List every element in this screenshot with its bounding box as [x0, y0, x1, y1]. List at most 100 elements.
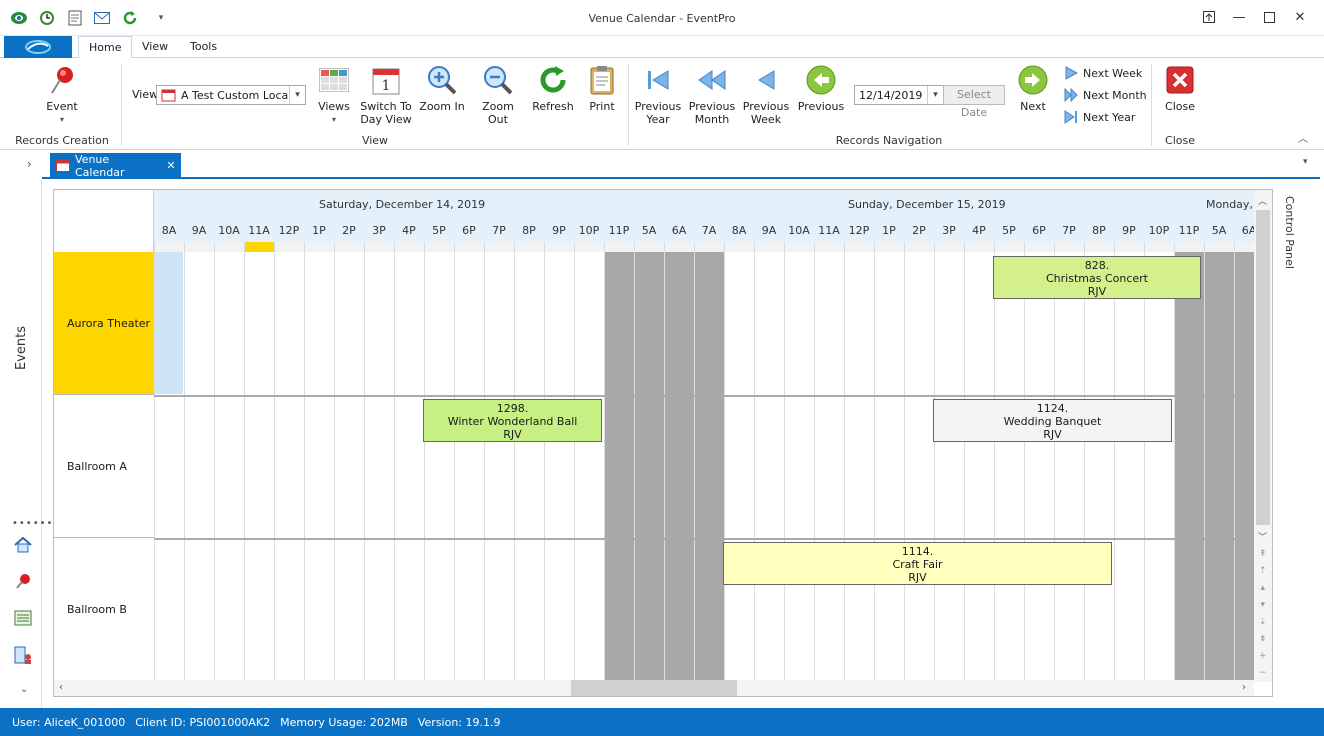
time-slot-column[interactable]	[784, 252, 814, 682]
scroll-up-icon[interactable]: ︿	[1258, 194, 1267, 207]
pin-window-icon[interactable]	[1197, 7, 1221, 27]
time-slot-column[interactable]	[1204, 252, 1234, 682]
previous-year-button[interactable]: Previous Year	[634, 64, 682, 126]
minimize-icon[interactable]: —	[1227, 7, 1251, 27]
resource-ballroom-b[interactable]: Ballroom B	[54, 538, 154, 681]
chevron-down-icon[interactable]: ⌄	[20, 684, 28, 695]
next-month-button[interactable]: Next Month	[1064, 86, 1147, 104]
time-slot-column[interactable]	[544, 252, 574, 682]
close-tab-icon[interactable]: ✕	[161, 159, 181, 172]
time-slot-column[interactable]	[394, 252, 424, 682]
previous-button[interactable]: Previous	[796, 64, 846, 113]
time-slot-column[interactable]	[1024, 252, 1054, 682]
expand-panel-icon[interactable]: ›	[27, 157, 32, 171]
vertical-scroll-thumb[interactable]	[1256, 210, 1270, 525]
event-wedding-banquet[interactable]: 1124. Wedding Banquet RJV	[933, 399, 1172, 442]
close-window-icon[interactable]: ✕	[1288, 7, 1312, 27]
time-slot-column[interactable]	[1084, 252, 1114, 682]
time-slot-column[interactable]	[844, 252, 874, 682]
resource-ballroom-a[interactable]: Ballroom A	[54, 395, 154, 538]
scroll-right-icon[interactable]: ›	[1242, 682, 1246, 693]
hour-tick	[964, 242, 994, 252]
time-slot-column[interactable]	[874, 252, 904, 682]
zoom-scroll-controls[interactable]: ⇞ ⇡ ▴ ▾ ⇣ ⇟ + −	[1259, 546, 1267, 682]
time-slot-column[interactable]	[634, 252, 664, 682]
time-slot-column[interactable]	[1114, 252, 1144, 682]
zoom-out-button[interactable]: Zoom Out	[471, 64, 525, 126]
time-slot-column[interactable]	[1234, 252, 1254, 682]
events-panel-label[interactable]: Events	[14, 290, 29, 370]
time-slot-column[interactable]	[814, 252, 844, 682]
time-slot-column[interactable]	[214, 252, 244, 682]
time-slot-column[interactable]	[724, 252, 754, 682]
app-menu-button[interactable]	[4, 36, 72, 58]
event-winter-wonderland-ball[interactable]: 1298. Winter Wonderland Ball RJV	[423, 399, 602, 442]
time-slot-column[interactable]	[1054, 252, 1084, 682]
maximize-icon[interactable]	[1257, 7, 1281, 27]
time-slot-column[interactable]	[274, 252, 304, 682]
time-slot-column[interactable]	[1144, 252, 1174, 682]
time-slot-column[interactable]	[1174, 252, 1204, 682]
time-slot-column[interactable]	[934, 252, 964, 682]
scroll-down-icon[interactable]: ﹀	[1258, 530, 1267, 543]
event-craft-fair[interactable]: 1114. Craft Fair RJV	[723, 542, 1112, 585]
scroll-left-icon[interactable]: ‹	[59, 682, 63, 693]
view-select[interactable]: A Test Custom Loca… ▾	[156, 85, 306, 105]
zoom-in-button[interactable]: Zoom In	[418, 64, 466, 113]
collapse-ribbon-icon[interactable]: ︿	[1298, 130, 1308, 145]
chevron-down-icon[interactable]: ▾	[289, 86, 305, 104]
time-slot-column[interactable]	[424, 252, 454, 682]
time-slot-column[interactable]	[664, 252, 694, 682]
select-date-button[interactable]: Select Date	[943, 85, 1005, 119]
building-person-icon[interactable]	[14, 646, 32, 667]
time-slot-column[interactable]	[154, 252, 184, 682]
home-icon[interactable]	[14, 536, 32, 556]
event-button[interactable]: Event ▾	[38, 64, 86, 126]
chevron-down-icon[interactable]: ▾	[927, 86, 943, 104]
resource-aurora-theater[interactable]: Aurora Theater	[54, 252, 154, 395]
list-window-icon[interactable]	[14, 610, 32, 629]
time-slot-column[interactable]	[334, 252, 364, 682]
next-button[interactable]: Next	[1014, 64, 1052, 113]
time-slot-column[interactable]	[304, 252, 334, 682]
time-slot-column[interactable]	[364, 252, 394, 682]
time-slot-column[interactable]	[964, 252, 994, 682]
pushpin-small-icon[interactable]	[15, 573, 31, 592]
refresh-button[interactable]: Refresh	[530, 64, 576, 113]
splitter-grip[interactable]: ••••••	[12, 518, 53, 529]
time-slot-column[interactable]	[244, 252, 274, 682]
time-slot-column[interactable]	[484, 252, 514, 682]
tab-venue-calendar[interactable]: Venue Calendar ✕	[50, 153, 181, 179]
time-grid[interactable]: 828. Christmas Concert RJV 1298. Winter …	[154, 252, 1254, 682]
tab-tools[interactable]: Tools	[180, 36, 227, 58]
time-slot-column[interactable]	[904, 252, 934, 682]
close-button[interactable]: Close	[1160, 64, 1200, 113]
tab-underline	[42, 177, 1320, 179]
day-header-sunday: Sunday, December 15, 2019	[848, 198, 1006, 211]
time-slot-column[interactable]	[604, 252, 634, 682]
print-button[interactable]: Print	[582, 64, 622, 113]
date-input[interactable]: 12/14/2019 ▾	[854, 85, 944, 105]
hour-label: 10P	[1148, 224, 1170, 237]
horizontal-scrollbar[interactable]: ‹ ›	[54, 680, 1254, 696]
time-slot-column[interactable]	[994, 252, 1024, 682]
tab-list-dropdown-icon[interactable]: ▾	[1303, 157, 1308, 167]
horizontal-scroll-thumb[interactable]	[571, 680, 737, 696]
time-slot-column[interactable]	[184, 252, 214, 682]
switch-to-day-view-button[interactable]: 1 Switch To Day View	[360, 64, 412, 126]
next-year-button[interactable]: Next Year	[1064, 108, 1135, 126]
views-button[interactable]: Views ▾	[314, 64, 354, 126]
control-panel-label[interactable]: Control Panel	[1283, 196, 1296, 269]
vertical-scrollbar[interactable]: ︿ ﹀ ⇞ ⇡ ▴ ▾ ⇣ ⇟ + −	[1254, 190, 1272, 682]
previous-week-button[interactable]: Previous Week	[742, 64, 790, 126]
time-slot-column[interactable]	[694, 252, 724, 682]
time-slot-column[interactable]	[574, 252, 604, 682]
event-christmas-concert[interactable]: 828. Christmas Concert RJV	[993, 256, 1201, 299]
time-slot-column[interactable]	[514, 252, 544, 682]
time-slot-column[interactable]	[454, 252, 484, 682]
tab-view[interactable]: View	[132, 36, 178, 58]
time-slot-column[interactable]	[754, 252, 784, 682]
tab-home[interactable]: Home	[78, 36, 133, 59]
next-week-button[interactable]: Next Week	[1064, 64, 1142, 82]
previous-month-button[interactable]: Previous Month	[688, 64, 736, 126]
